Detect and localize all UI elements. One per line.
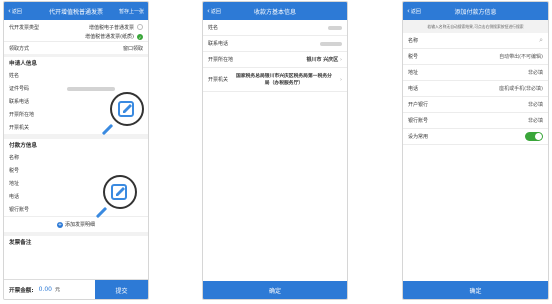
name-label: 名称 xyxy=(408,38,419,44)
pickup-value: 窗口领取 xyxy=(122,45,143,52)
tax-field: 税号 自动带出(不可编辑) xyxy=(403,49,548,65)
radio-icon xyxy=(137,24,143,30)
phone-label: 电话 xyxy=(408,86,419,92)
location-label: 开票所在地 xyxy=(208,57,234,63)
applicant-name-label: 姓名 xyxy=(9,73,20,79)
payer-tax-row: 税号 xyxy=(4,164,148,177)
back-label: 返回 xyxy=(11,8,22,15)
redacted-value xyxy=(328,25,342,30)
magnifier-edit-icon xyxy=(103,175,137,209)
edit-icon xyxy=(118,101,134,117)
applicant-authority-label: 开票机关 xyxy=(9,125,30,131)
check-icon: ✓ xyxy=(137,33,143,40)
pickup-label: 领取方式 xyxy=(9,45,30,52)
phone-invoice-form: ‹ 返回 代开增值税普通发票 暂存上一张 代开发票类型 增值税电子普通发票 增值税… xyxy=(3,1,149,300)
invoice-type-label: 代开发票类型 xyxy=(9,24,40,31)
default-row: 设为常用 xyxy=(403,129,548,145)
back-button[interactable]: ‹ 返回 xyxy=(207,2,221,20)
invoice-type-option-1[interactable]: 增值税电子普通发票 xyxy=(89,24,143,31)
phone-row: 联系电话 xyxy=(203,36,347,52)
page-title: 收款方基本信息 xyxy=(253,8,296,16)
name-row: 姓名 xyxy=(203,20,347,36)
add-detail-button[interactable]: + 添加发票明细 xyxy=(4,216,148,232)
invoice-type-row: 代开发票类型 增值税电子普通发票 xyxy=(4,20,148,32)
phone-field[interactable]: 电话 座机或手机(非必填) xyxy=(403,81,548,97)
confirm-button[interactable]: 确定 xyxy=(403,281,548,299)
submit-button[interactable]: 提交 xyxy=(95,280,148,299)
default-label: 设为常用 xyxy=(408,134,429,140)
redacted-value xyxy=(67,86,115,91)
payer-phone-label: 电话 xyxy=(9,194,20,200)
invoice-type-option-1-label: 增值税电子普通发票 xyxy=(88,24,134,31)
payer-tax-label: 税号 xyxy=(9,168,20,174)
page-title: 添加付款方信息 xyxy=(454,8,497,16)
payer-name-field[interactable]: 名称 ⌕ xyxy=(403,33,548,49)
applicant-section-title: 申请人信息 xyxy=(9,61,37,67)
tax-placeholder: 自动带出(不可编辑) xyxy=(499,54,543,60)
add-detail-label: 添加发票明细 xyxy=(64,222,95,228)
address-placeholder: 非必填 xyxy=(527,70,543,76)
chevron-right-icon: › xyxy=(340,57,342,63)
invoice-type-option-2[interactable]: 增值税普通发票(纸质) ✓ xyxy=(85,33,143,40)
magnifier-edit-icon xyxy=(110,92,144,126)
phone-add-payer: ‹ 返回 添加付款方信息 若输入名称无自动搜索结果,可点击右侧搜索按钮进行搜索 名… xyxy=(402,1,549,300)
back-label: 返回 xyxy=(210,8,221,15)
footer-bar: 开票金额: 0.00 元 提交 xyxy=(4,279,148,299)
plus-icon: + xyxy=(56,221,63,228)
payer-account-label: 银行账号 xyxy=(9,207,30,213)
header-bar: ‹ 返回 代开增值税普通发票 暂存上一张 xyxy=(4,2,148,20)
account-field[interactable]: 银行账号 非必填 xyxy=(403,113,548,129)
header-bar: ‹ 返回 添加付款方信息 xyxy=(403,2,548,20)
account-placeholder: 非必填 xyxy=(527,118,543,124)
authority-row[interactable]: 开票机关 国家税务总局银川市兴庆区税务局第一税务分局（办税服务厅） › xyxy=(203,68,347,92)
remark-section-title: 发票备注 xyxy=(9,240,32,246)
redacted-value xyxy=(320,41,342,46)
chevron-right-icon: › xyxy=(339,76,342,83)
phone-payee-info: ‹ 返回 收款方基本信息 姓名 联系电话 开票所在地 银川市 兴庆区 › 开票机关 国… xyxy=(202,1,348,300)
bank-label: 开户银行 xyxy=(408,102,429,108)
chevron-left-icon: ‹ xyxy=(207,7,210,15)
payer-name-label: 名称 xyxy=(9,155,20,161)
payer-section-title: 付款方信息 xyxy=(9,143,37,149)
back-button[interactable]: ‹ 返回 xyxy=(407,2,421,20)
pickup-row[interactable]: 领取方式 窗口领取 xyxy=(4,42,148,54)
applicant-id-label: 证件号码 xyxy=(9,86,30,92)
chevron-left-icon: ‹ xyxy=(8,7,11,15)
tax-label: 税号 xyxy=(408,54,419,60)
address-label: 地址 xyxy=(408,70,419,76)
save-draft-button[interactable]: 暂存上一张 xyxy=(119,2,144,20)
header-bar: ‹ 返回 收款方基本信息 xyxy=(203,2,347,20)
edit-icon xyxy=(111,184,127,200)
confirm-button[interactable]: 确定 xyxy=(203,281,347,299)
page-title: 代开增值税普通发票 xyxy=(48,8,103,16)
address-field[interactable]: 地址 非必填 xyxy=(403,65,548,81)
authority-value: 国家税务总局银川市兴庆区税务局第一税务分局（办税服务厅） xyxy=(236,73,332,86)
applicant-location-label: 开票所在地 xyxy=(9,112,35,118)
location-value-wrap: 银川市 兴庆区 › xyxy=(307,56,343,63)
notice-text: 若输入名称无自动搜索结果,可点击右侧搜索按钮进行搜索 xyxy=(403,20,548,33)
back-button[interactable]: ‹ 返回 xyxy=(8,2,22,20)
name-label: 姓名 xyxy=(208,25,219,31)
payer-address-label: 地址 xyxy=(9,181,20,187)
location-value: 银川市 兴庆区 xyxy=(306,57,339,63)
account-label: 银行账号 xyxy=(408,118,429,124)
invoice-type-option-2-label: 增值税普通发票(纸质) xyxy=(85,34,134,40)
authority-label: 开票机关 xyxy=(208,77,229,83)
phone-label: 联系电话 xyxy=(208,41,229,47)
phone-placeholder: 座机或手机(非必填) xyxy=(499,86,543,92)
applicant-phone-label: 联系电话 xyxy=(9,99,30,105)
bank-placeholder: 非必填 xyxy=(527,102,543,108)
default-toggle[interactable] xyxy=(525,132,543,141)
search-icon[interactable]: ⌕ xyxy=(539,36,543,45)
chevron-left-icon: ‹ xyxy=(407,7,410,15)
invoice-type-row-2: 增值税普通发票(纸质) ✓ xyxy=(4,32,148,42)
applicant-name-row: 姓名 xyxy=(4,69,148,82)
amount-value: 0.00 xyxy=(38,286,52,293)
back-label: 返回 xyxy=(410,8,421,15)
location-row[interactable]: 开票所在地 银川市 兴庆区 › xyxy=(203,52,347,68)
amount-label: 开票金额: xyxy=(9,287,34,294)
amount-unit: 元 xyxy=(54,287,60,293)
bank-field[interactable]: 开户银行 非必填 xyxy=(403,97,548,113)
payer-name-row: 名称 xyxy=(4,151,148,164)
